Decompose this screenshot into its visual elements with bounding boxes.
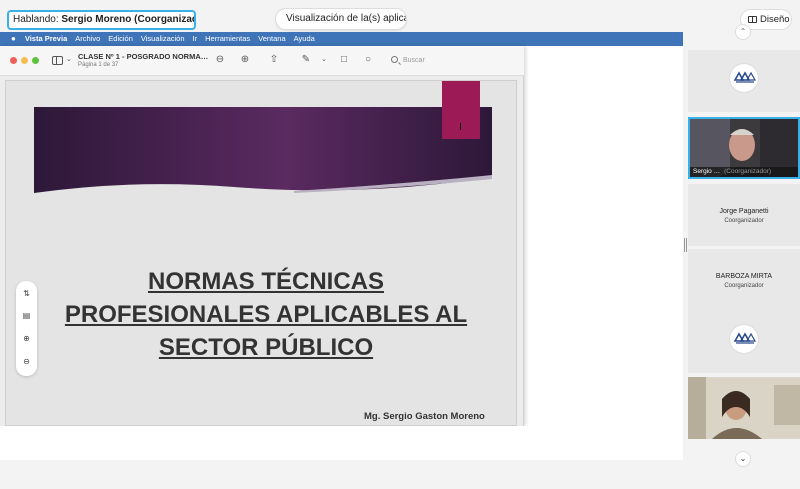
translate-icon[interactable]: ⇅	[16, 287, 37, 301]
scroll-down-button[interactable]: ⌄	[735, 451, 751, 467]
menu-item[interactable]: Ventana	[258, 34, 286, 43]
chevron-up-icon: ⌃	[739, 27, 747, 36]
menu-item[interactable]: Archivo	[75, 34, 100, 43]
organization-logo-icon	[730, 325, 758, 353]
panel-resize-handle[interactable]	[684, 238, 687, 252]
floating-toolbar: ⇅ ▤ ⊕ ⊖	[16, 281, 37, 376]
menu-item[interactable]: Visualización	[141, 34, 185, 43]
markup-pen-icon[interactable]: ✎	[299, 53, 313, 67]
slide-author: Mg. Sergio Gaston Moreno	[364, 411, 485, 422]
sidebar-toggle-icon[interactable]	[52, 56, 63, 65]
chevron-down-icon: ⌄	[739, 454, 747, 463]
participant-role: (Coorganizador)	[724, 168, 772, 175]
close-window-button[interactable]	[10, 57, 17, 64]
mac-menu-bar: ● Vista Previa Archivo Edición Visualización…	[0, 32, 683, 46]
participants-panel: Sergio … (Coorganizador) Jorge Paganetti …	[688, 50, 800, 440]
menu-app-name: Vista Previa	[24, 34, 68, 43]
participant-name: Sergio …	[693, 168, 721, 175]
speaking-label: Hablando:	[13, 14, 59, 25]
menu-item[interactable]: Ir	[193, 34, 198, 43]
bookmark-ribbon	[442, 81, 480, 139]
participant-name-strip: Sergio … (Coorganizador)	[690, 167, 798, 177]
organization-logo-icon	[730, 64, 758, 92]
participant-tile[interactable]	[688, 377, 800, 439]
search-icon	[391, 56, 398, 63]
title-banner	[34, 107, 492, 193]
chevron-down-icon[interactable]: ⌄	[317, 53, 331, 67]
share-label: Visualización de la(s) aplica…	[286, 13, 407, 24]
rotate-icon[interactable]: □	[337, 53, 351, 67]
preview-toolbar: ⌄ CLASE Nº 1 - POSGRADO NORMA… Página 1 …	[0, 46, 524, 76]
screen-bottom-area	[0, 426, 683, 460]
meeting-window: Hablando: Sergio Moreno (Coorganizador) …	[0, 0, 800, 489]
minimize-window-button[interactable]	[21, 57, 28, 64]
search-placeholder: Buscar	[403, 57, 425, 64]
participant-role: Coorganizador	[724, 218, 764, 224]
participant-tile[interactable]: Jorge Paganetti Coorganizador	[688, 184, 800, 246]
participant-tile-active[interactable]: Sergio … (Coorganizador)	[688, 117, 800, 179]
slide-page: NORMAS TÉCNICAS PROFESIONALES APLICABLES…	[5, 80, 517, 426]
apple-icon: ●	[11, 34, 16, 43]
participant-role: Coorganizador	[724, 283, 764, 289]
chevron-down-icon[interactable]: ⌄	[66, 55, 72, 63]
zoom-out-icon[interactable]: ⊖	[16, 355, 37, 369]
search-field[interactable]: Buscar	[387, 53, 518, 68]
zoom-out-icon[interactable]: ⊖	[213, 53, 227, 67]
slide-title-line: NORMAS TÉCNICAS	[147, 268, 384, 295]
page-info: Página 1 de 37	[78, 62, 119, 68]
participant-tile[interactable]	[688, 311, 800, 373]
layout-icon	[748, 16, 757, 23]
participant-tile[interactable]	[688, 50, 800, 112]
layout-label: Diseño	[760, 14, 790, 25]
document-title: CLASE Nº 1 - POSGRADO NORMA…	[78, 52, 209, 61]
shared-screen: ● Vista Previa Archivo Edición Visualización…	[0, 32, 683, 426]
menu-item[interactable]: Herramientas	[205, 34, 250, 43]
scroll-up-button[interactable]: ⌃	[735, 24, 751, 40]
screen-share-indicator[interactable]: Visualización de la(s) aplica…	[275, 8, 407, 30]
annotate-icon[interactable]: ○	[361, 53, 375, 67]
preview-window: ⌄ CLASE Nº 1 - POSGRADO NORMA… Página 1 …	[0, 46, 524, 426]
menu-item[interactable]: Edición	[108, 34, 133, 43]
participant-name: BARBOZA MIRTA	[715, 273, 773, 280]
active-speaker-indicator: Hablando: Sergio Moreno (Coorganizador)	[7, 10, 196, 30]
zoom-in-icon[interactable]: ⊕	[16, 332, 37, 346]
share-icon[interactable]: ⇧	[267, 53, 281, 67]
slide-title-line: SECTOR PÚBLICO	[158, 334, 374, 361]
slide-title-line: PROFESIONALES APLICABLES AL	[64, 301, 468, 328]
zoom-window-button[interactable]	[32, 57, 39, 64]
print-icon[interactable]: ▤	[16, 309, 37, 323]
zoom-in-icon[interactable]: ⊕	[238, 53, 252, 67]
participant-tile[interactable]: BARBOZA MIRTA Coorganizador	[688, 249, 800, 311]
slide-title: NORMAS TÉCNICAS PROFESIONALES APLICABLES…	[36, 265, 496, 364]
menu-item[interactable]: Ayuda	[294, 34, 315, 43]
participant-video	[688, 377, 800, 439]
speaking-name: Sergio Moreno (Coorganizador)	[61, 14, 194, 25]
participant-name: Jorge Paganetti	[719, 208, 769, 215]
